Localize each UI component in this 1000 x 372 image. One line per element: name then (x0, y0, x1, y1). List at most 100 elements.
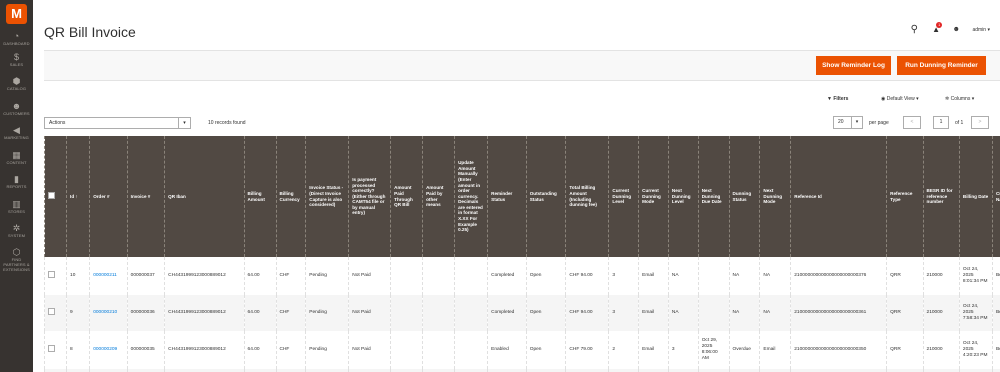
columns-label: Columns (950, 96, 971, 102)
column-header[interactable]: BESR ID for reference number (922, 136, 960, 257)
nav-label: REPORTS (6, 184, 27, 189)
nav-label: DASHBOARD (3, 41, 30, 46)
table-cell (697, 257, 730, 295)
table-cell (454, 331, 488, 369)
notification-count: 1 (936, 22, 943, 28)
table-cell: Benz Schulze (991, 331, 1000, 369)
next-page-button[interactable]: > (971, 116, 989, 129)
table-cell: CHF (275, 331, 306, 369)
table-cell[interactable] (44, 331, 67, 369)
nav-label: MARKETING (4, 135, 29, 140)
per-page-select[interactable]: 20 ▾ (833, 116, 863, 129)
select-all-checkbox[interactable] (48, 192, 55, 200)
columns-dropdown[interactable]: ✲ Columns ▾ (945, 96, 974, 102)
filters-button[interactable]: ▼ Filters (827, 96, 848, 102)
column-header[interactable]: Next Dunning Due Date (697, 136, 730, 257)
order-link[interactable]: 000000210 (89, 295, 128, 331)
show-reminder-log-button[interactable]: Show Reminder Log (816, 56, 891, 75)
column-header[interactable]: Amount Paid Through QR Bill (390, 136, 423, 257)
column-header[interactable]: Invoice # (126, 136, 165, 257)
nav-extensions[interactable]: ⬡ FIND PARTNERS & EXTENSIONS (0, 247, 33, 272)
column-header[interactable]: Reference Type (886, 136, 924, 257)
nav-customers[interactable]: ☻ CUSTOMERS (0, 101, 33, 116)
default-view-dropdown[interactable]: ◉ Default View ▾ (881, 96, 919, 102)
order-link[interactable]: 000000211 (89, 257, 128, 295)
table-cell: 210000000000000000000000350 (790, 331, 887, 369)
row-checkbox[interactable] (48, 345, 55, 352)
table-cell: 3 (667, 331, 699, 369)
column-header[interactable]: Billing Currency (275, 136, 306, 257)
column-header[interactable]: Dunning Status (728, 136, 760, 257)
eye-icon: ◉ (881, 96, 886, 102)
column-header[interactable]: QR Iban (164, 136, 245, 257)
table-cell: 000000035 (126, 331, 165, 369)
select-all-header[interactable] (44, 136, 67, 257)
cube-icon: ⬢ (12, 76, 21, 86)
invoice-grid: Id ↑ Order # Invoice # QR Iban Billing Amoun… (44, 136, 1000, 372)
table-cell: CH4431999123000889012 (164, 331, 245, 369)
column-header[interactable]: Current Dunning Mode (638, 136, 669, 257)
search-icon[interactable]: ⚲ (911, 24, 918, 35)
table-cell: 3 (608, 295, 639, 331)
column-header[interactable]: Customer Name (991, 136, 1000, 257)
table-cell: Oct 24, 2025 8:01:34 PM (958, 257, 993, 295)
column-header[interactable]: Current Dunning Level (608, 136, 639, 257)
store-icon: ▥ (12, 199, 21, 209)
dollar-icon: $ (13, 52, 19, 62)
bell-icon[interactable]: ▲ 1 (932, 22, 943, 34)
column-header[interactable]: Reminder Status (487, 136, 527, 257)
table-cell (422, 331, 455, 369)
table-cell: Not Paid (348, 331, 391, 369)
table-row[interactable]: 8 000000209 000000035 CH4431999123000889012… (44, 331, 1000, 369)
column-header[interactable]: Order # (89, 136, 128, 257)
table-row[interactable]: 10 000000211 000000037 CH443199912300088901… (44, 257, 1000, 295)
nav-sales[interactable]: $ SALES (0, 52, 33, 67)
nav-dashboard[interactable]: ◔ DASHBOARD (0, 31, 33, 46)
nav-label: CUSTOMERS (3, 111, 30, 116)
page-number-input[interactable]: 1 (933, 116, 949, 129)
nav-label: STORES (8, 209, 25, 214)
nav-content[interactable]: ▦ CONTENT (0, 150, 33, 165)
table-cell: Email (638, 257, 669, 295)
table-cell[interactable] (44, 257, 67, 295)
table-row[interactable]: 9 000000210 000000036 CH4431999123000889012… (44, 295, 1000, 331)
column-header[interactable]: Amount Paid by other means (422, 136, 455, 257)
table-cell: Oct 29, 2025 8:06:00 AM (697, 331, 730, 369)
table-cell: Not Paid (348, 295, 391, 331)
column-header[interactable]: Reference Id (790, 136, 887, 257)
run-dunning-reminder-button[interactable]: Run Dunning Reminder (897, 56, 986, 75)
column-header[interactable]: Invoice Status - (Direct Invoice Capture… (305, 136, 349, 257)
table-cell: Pending (305, 257, 349, 295)
column-header[interactable]: Billing Date (958, 136, 993, 257)
order-link[interactable]: 000000209 (89, 331, 128, 369)
row-checkbox[interactable] (48, 308, 55, 315)
row-checkbox[interactable] (48, 271, 55, 278)
actions-select[interactable]: Actions ▾ (44, 117, 191, 129)
column-header[interactable]: Total Billing Amount (Including dunning … (565, 136, 609, 257)
table-cell: QRR (886, 331, 924, 369)
nav-system[interactable]: ✲ SYSTEM (0, 223, 33, 238)
table-cell: 64.00 (243, 257, 276, 295)
table-cell: Benz Schulze (991, 257, 1000, 295)
nav-stores[interactable]: ▥ STORES (0, 199, 33, 214)
nav-reports[interactable]: ▮ REPORTS (0, 174, 33, 189)
table-cell (390, 257, 423, 295)
column-header[interactable]: Update Amount Manually (Enter amount in … (454, 136, 488, 257)
table-cell: NA (667, 257, 699, 295)
table-cell[interactable] (44, 295, 67, 331)
table-cell: 210000000000000000000000361 (790, 295, 887, 331)
magento-logo[interactable]: M (6, 4, 27, 24)
table-cell: 64.00 (243, 295, 276, 331)
user-menu[interactable]: admin ▾ (972, 27, 990, 33)
column-header[interactable]: Billing Amount (243, 136, 276, 257)
per-page-value: 20 (838, 119, 844, 125)
table-header-row: Id ↑ Order # Invoice # QR Iban Billing Amoun… (44, 136, 1000, 257)
column-header[interactable]: Outstanding Status (525, 136, 566, 257)
nav-marketing[interactable]: ◀ MARKETING (0, 125, 33, 140)
column-header[interactable]: Next Dunning Level (667, 136, 699, 257)
nav-catalog[interactable]: ⬢ CATALOG (0, 76, 33, 91)
column-header[interactable]: Id ↑ (66, 136, 90, 257)
prev-page-button[interactable]: < (903, 116, 921, 129)
column-header[interactable]: Next Dunning Mode (759, 136, 791, 257)
column-header[interactable]: Is payment processed correctly? (Either … (348, 136, 391, 257)
